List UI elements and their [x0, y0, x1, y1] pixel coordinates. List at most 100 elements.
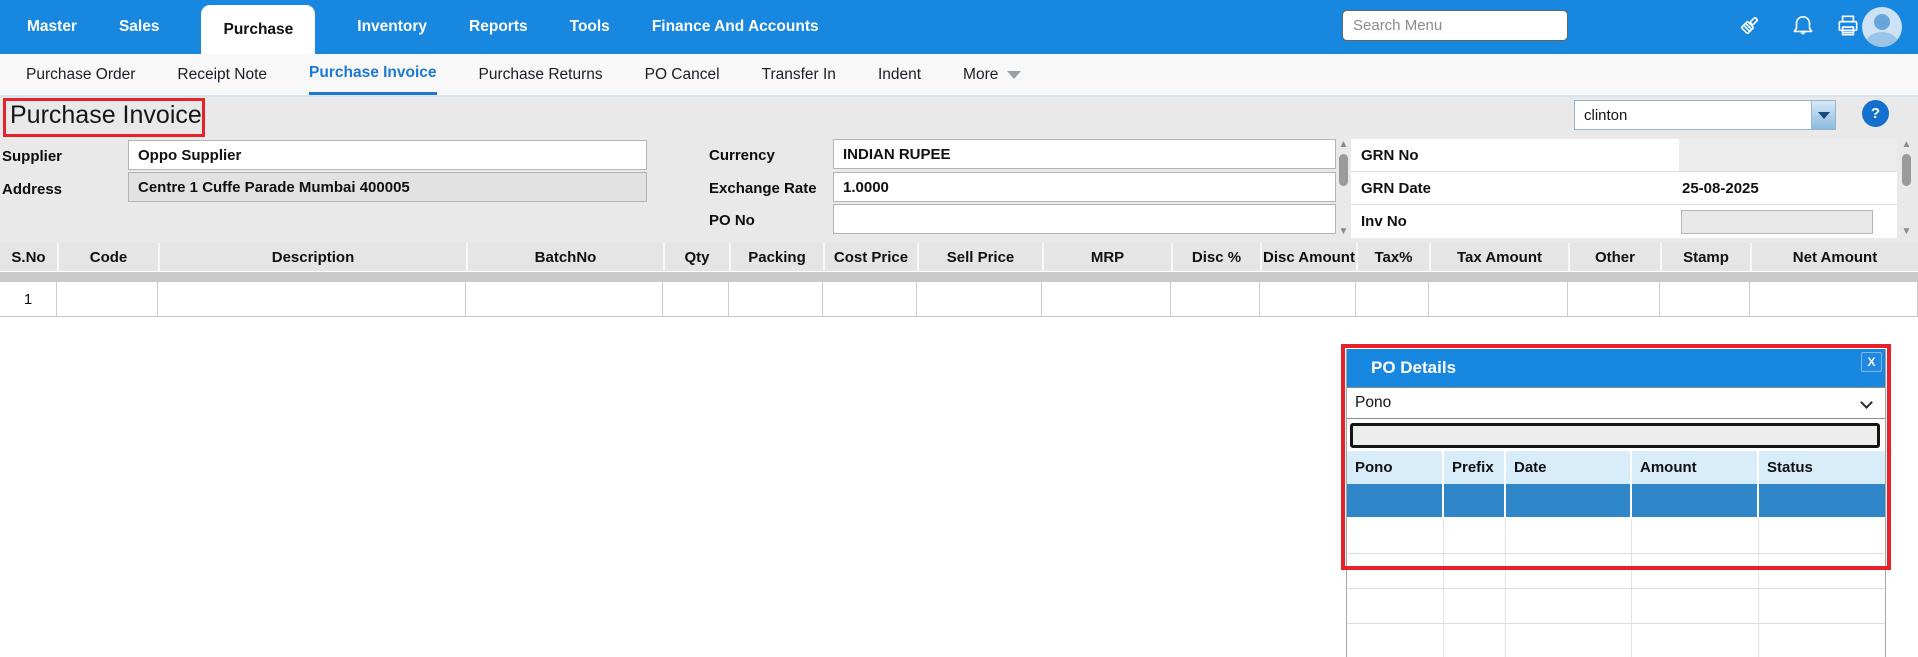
po-cell [1632, 554, 1759, 588]
tab-indent[interactable]: Indent [878, 54, 921, 95]
po-row-empty[interactable] [1347, 519, 1885, 554]
col-header-disc-pct: Disc % [1171, 243, 1260, 271]
cell-disc-pct[interactable] [1171, 282, 1260, 316]
po-no-input[interactable] [833, 204, 1336, 234]
cell-disc-amount[interactable] [1260, 282, 1356, 316]
inv-no-row: Inv No [1351, 205, 1897, 238]
nav-item-reports[interactable]: Reports [469, 18, 528, 36]
scroll-thumb[interactable] [1902, 154, 1911, 186]
cell-qty[interactable] [663, 282, 729, 316]
po-cell [1506, 519, 1632, 553]
tab-purchase-returns[interactable]: Purchase Returns [479, 54, 603, 95]
user-company-dropdown[interactable]: clinton [1574, 100, 1836, 130]
address-input[interactable] [128, 172, 647, 202]
user-avatar[interactable] [1862, 7, 1902, 47]
scroll-down-icon[interactable]: ▼ [1902, 226, 1912, 238]
close-icon[interactable]: X [1861, 352, 1882, 372]
form-right-scrollbar[interactable]: ▲ ▼ [1899, 139, 1914, 238]
nav-item-purchase[interactable]: Purchase [201, 5, 315, 54]
po-row-empty[interactable] [1347, 589, 1885, 624]
address-label: Address [2, 181, 62, 198]
po-cell-pono [1347, 484, 1444, 517]
tab-po-cancel[interactable]: PO Cancel [645, 54, 720, 95]
inv-no-input[interactable] [1681, 210, 1873, 234]
currency-label: Currency [709, 147, 775, 164]
cell-packing[interactable] [729, 282, 823, 316]
search-menu-input[interactable] [1342, 10, 1568, 41]
cell-mrp[interactable] [1042, 282, 1171, 316]
po-cell [1506, 589, 1632, 623]
po-cell [1506, 624, 1632, 657]
po-row-selected[interactable] [1347, 484, 1885, 519]
grn-panel-left-scrollbar[interactable]: ▲ ▼ [1336, 139, 1351, 238]
cell-stamp[interactable] [1660, 282, 1750, 316]
col-header-packing: Packing [729, 243, 823, 271]
po-filter-select[interactable]: Pono [1347, 387, 1885, 419]
nav-item-finance-and-accounts[interactable]: Finance And Accounts [652, 18, 819, 36]
po-col-date: Date [1506, 451, 1632, 484]
dropdown-arrow-button[interactable] [1811, 101, 1835, 129]
tab-more[interactable]: More [963, 54, 1021, 95]
supplier-input[interactable] [128, 140, 647, 170]
grn-date-value[interactable]: 25-08-2025 [1679, 180, 1759, 197]
caret-down-icon [1818, 112, 1830, 119]
currency-input[interactable] [833, 139, 1336, 169]
grn-panel: GRN No GRN Date 25-08-2025 Inv No [1351, 139, 1897, 238]
col-header-stamp: Stamp [1660, 243, 1750, 271]
po-cell-prefix [1444, 484, 1506, 517]
col-header-batchno: BatchNo [466, 243, 663, 271]
scroll-down-icon[interactable]: ▼ [1339, 226, 1349, 238]
po-cell [1759, 519, 1885, 553]
cell-other[interactable] [1568, 282, 1660, 316]
po-details-title: PO Details [1347, 358, 1456, 378]
cell-description[interactable] [158, 282, 466, 316]
nav-item-master[interactable]: Master [27, 18, 77, 36]
cell-sell-price[interactable] [917, 282, 1042, 316]
cell-code[interactable] [57, 282, 158, 316]
nav-item-tools[interactable]: Tools [570, 18, 610, 36]
po-row-empty[interactable] [1347, 554, 1885, 589]
tab-purchase-order[interactable]: Purchase Order [26, 54, 135, 95]
scroll-up-icon[interactable]: ▲ [1339, 139, 1349, 151]
cell-tax-pct[interactable] [1356, 282, 1429, 316]
page-title: Purchase Invoice [10, 101, 202, 130]
po-cell [1347, 554, 1444, 588]
po-search-input[interactable] [1350, 423, 1880, 448]
nav-item-sales[interactable]: Sales [119, 18, 160, 36]
notifications-bell-icon[interactable] [1788, 11, 1818, 41]
nav-item-inventory[interactable]: Inventory [357, 18, 427, 36]
po-cell [1347, 519, 1444, 553]
avatar-body-shape [1866, 32, 1898, 47]
items-grid-header: S.No Code Description BatchNo Qty Packin… [0, 243, 1918, 272]
po-cell-amount [1632, 484, 1759, 517]
col-header-tax-amount: Tax Amount [1429, 243, 1568, 271]
top-navigation-bar: Master Sales Purchase Inventory Reports … [0, 0, 1918, 54]
table-row: 1 [0, 282, 1918, 317]
po-col-pono: Pono [1347, 451, 1444, 484]
grid-separator-strip [0, 272, 1918, 282]
po-row-empty[interactable] [1347, 624, 1885, 657]
cell-tax-amount[interactable] [1429, 282, 1568, 316]
cell-cost-price[interactable] [823, 282, 917, 316]
cell-batchno[interactable] [466, 282, 663, 316]
po-cell [1759, 624, 1885, 657]
scroll-up-icon[interactable]: ▲ [1902, 139, 1912, 151]
po-cell [1506, 554, 1632, 588]
printer-icon[interactable] [1833, 11, 1863, 41]
tab-purchase-invoice[interactable]: Purchase Invoice [309, 54, 437, 95]
po-cell [1444, 554, 1506, 588]
tab-transfer-in[interactable]: Transfer In [762, 54, 836, 95]
avatar-head-shape [1874, 14, 1890, 30]
items-grid: S.No Code Description BatchNo Qty Packin… [0, 243, 1918, 317]
cell-sno[interactable]: 1 [0, 282, 57, 316]
po-cell [1444, 519, 1506, 553]
supplier-label: Supplier [2, 148, 62, 165]
help-button[interactable]: ? [1862, 100, 1889, 127]
exchange-rate-input[interactable] [833, 172, 1336, 202]
tab-receipt-note[interactable]: Receipt Note [177, 54, 267, 95]
paint-brush-icon[interactable] [1734, 11, 1764, 41]
grn-no-value[interactable] [1679, 139, 1897, 171]
scroll-thumb[interactable] [1339, 154, 1348, 186]
po-filter-select-value: Pono [1347, 394, 1391, 412]
cell-net-amount[interactable] [1750, 282, 1918, 316]
